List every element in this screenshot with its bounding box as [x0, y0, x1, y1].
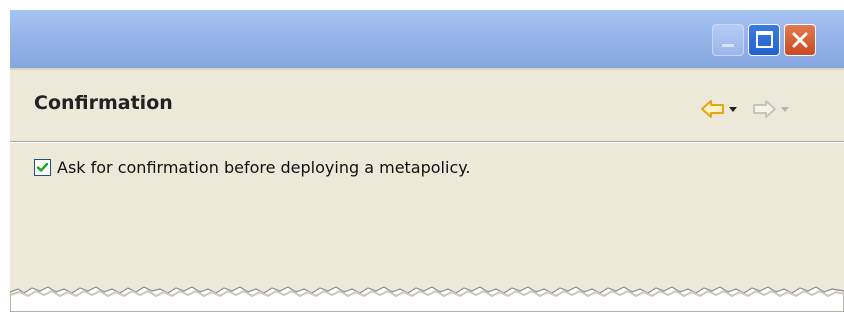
- forward-button[interactable]: [751, 99, 777, 119]
- preferences-window: Confirmation Ask for confirmation before…: [10, 10, 844, 312]
- page-title: Confirmation: [34, 92, 173, 114]
- back-history-dropdown[interactable]: [728, 99, 738, 119]
- maximize-icon: [756, 31, 773, 48]
- torn-edge: [10, 286, 844, 312]
- confirm-deploy-checkbox[interactable]: [34, 158, 51, 176]
- page-header: Confirmation: [10, 70, 844, 140]
- confirm-deploy-label: Ask for confirmation before deploying a …: [57, 157, 471, 177]
- checkmark-icon: [36, 162, 49, 172]
- minimize-icon: [722, 44, 734, 47]
- forward-history-dropdown[interactable]: [780, 99, 790, 119]
- close-button[interactable]: [784, 24, 816, 56]
- close-icon: [792, 32, 808, 48]
- title-bar: [10, 10, 844, 68]
- minimize-button[interactable]: [712, 24, 744, 56]
- back-button[interactable]: [700, 99, 726, 119]
- confirm-deploy-option[interactable]: Ask for confirmation before deploying a …: [34, 156, 471, 178]
- header-divider-highlight: [10, 142, 844, 143]
- maximize-button[interactable]: [748, 24, 780, 56]
